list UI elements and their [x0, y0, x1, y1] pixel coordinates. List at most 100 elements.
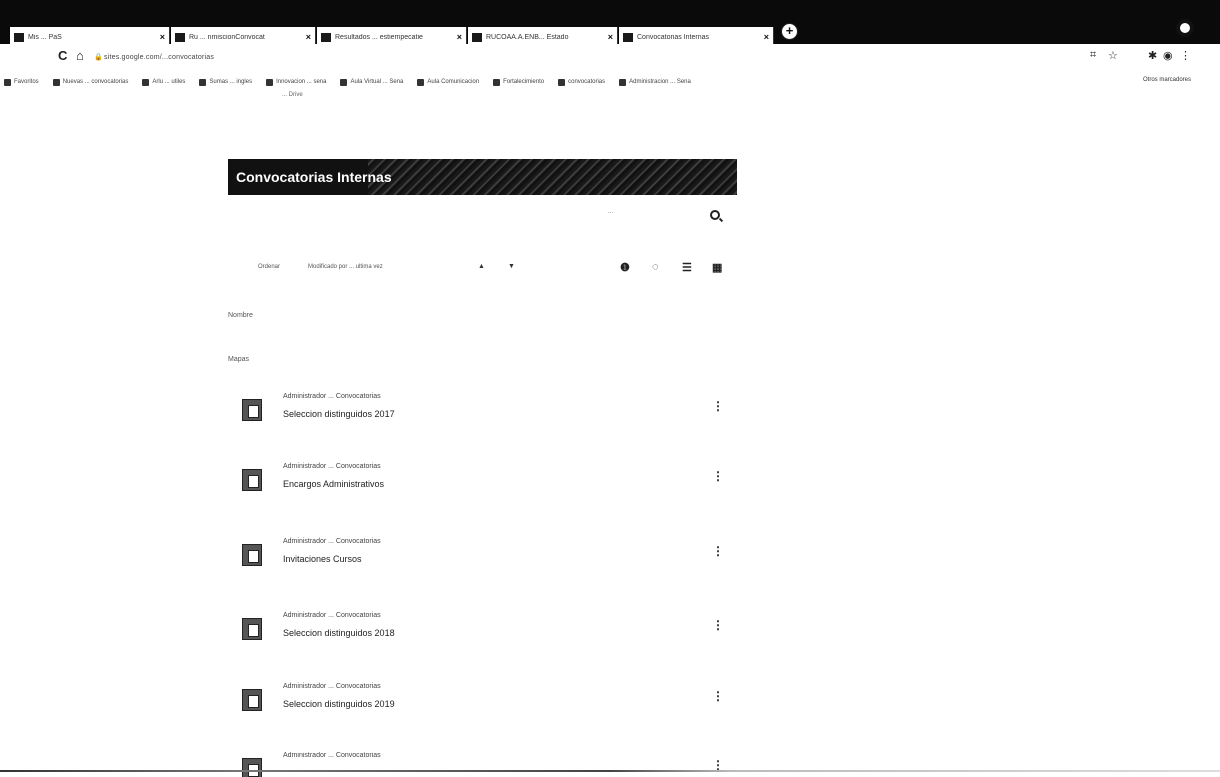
sort-ascending-icon[interactable]: ▲: [478, 263, 485, 270]
item-name[interactable]: Seleccion distinguidos 2017: [283, 409, 395, 419]
tab-title: Ru ... nmiscionConvocat: [189, 33, 265, 41]
refresh-icon[interactable]: ◌: [652, 261, 659, 273]
more-options-icon[interactable]: ⋮: [712, 618, 724, 632]
page-header: Convocatorias Internas: [228, 159, 737, 195]
bookmark-label: convocatorias: [568, 79, 606, 85]
tab-title: RUCOAA.A.ENB... Estado: [486, 33, 569, 41]
tab-title: Convocatorias Internas: [637, 33, 709, 41]
search-row: [228, 204, 737, 228]
item-owner: Administrador ... Convocatorias: [283, 463, 381, 470]
bookmark-item[interactable]: convocatorias: [558, 78, 606, 86]
address-toolbar: C ⌂ 🔒 sites.google.com/...convocatorias …: [0, 44, 1220, 72]
bookmark-item[interactable]: Aula Comunicacion: [417, 78, 480, 86]
document-icon: [242, 399, 262, 421]
list-item[interactable]: Administrador ... Convocatorias Seleccio…: [228, 393, 737, 443]
document-icon: [242, 469, 262, 491]
sheet-icon: [623, 32, 633, 42]
list-item[interactable]: Administrador ... Convocatorias Seleccio…: [228, 612, 737, 662]
bookmark-item[interactable]: Sumas ... ingles: [199, 78, 253, 86]
bookmark-item[interactable]: Fortalecimiento: [493, 78, 544, 86]
item-name[interactable]: Seleccion distinguidos 2019: [283, 699, 395, 709]
bookmark-icon: [417, 78, 425, 86]
close-icon[interactable]: ×: [457, 32, 462, 42]
scan-edge-line: [0, 770, 1220, 772]
new-tab-button[interactable]: +: [781, 23, 798, 40]
sheet-icon: [14, 32, 24, 42]
page-title: Convocatorias Internas: [236, 169, 392, 185]
reload-icon[interactable]: C: [58, 48, 67, 63]
list-item[interactable]: Administrador ... Convocatorias ⋮: [228, 752, 737, 777]
bookmark-item[interactable]: Aula Virtual ... Sena: [340, 78, 404, 86]
bookmark-label: Innovacion ... sena: [276, 79, 327, 85]
bookmark-label: Aula Virtual ... Sena: [350, 79, 404, 85]
item-owner: Administrador ... Convocatorias: [283, 752, 381, 759]
close-icon[interactable]: ×: [764, 32, 769, 42]
apps-icon: [4, 78, 11, 86]
close-icon[interactable]: ×: [306, 32, 311, 42]
menu-icon[interactable]: ⋮: [1180, 49, 1191, 62]
bookmark-item[interactable]: Innovacion ... sena: [266, 78, 327, 86]
document-icon: [242, 689, 262, 711]
bookmark-icon: [493, 78, 501, 86]
url-field[interactable]: sites.google.com/...convocatorias: [104, 54, 214, 61]
close-icon[interactable]: ×: [160, 32, 165, 42]
more-options-icon[interactable]: ⋮: [712, 544, 724, 558]
item-name[interactable]: Encargos Administrativos: [283, 479, 384, 489]
section-label-files: Mapas: [228, 356, 250, 363]
other-bookmarks[interactable]: Otros marcadores: [1143, 77, 1191, 83]
extension-icon[interactable]: ✱: [1148, 49, 1157, 62]
bookmark-icon: [52, 78, 60, 86]
more-options-icon[interactable]: ⋮: [712, 689, 724, 703]
bookmark-label: Administracion ... Sena: [629, 79, 691, 85]
sort-toolbar: Ordenar Modificado por ... ultima vez ▲ …: [228, 258, 737, 278]
bookmark-icon: [199, 78, 207, 86]
search-icon[interactable]: [710, 210, 720, 220]
bookmark-icon: [340, 78, 348, 86]
list-item[interactable]: Administrador ... Convocatorias Invitaci…: [228, 538, 737, 588]
bookmark-label: Aula Comunicacion: [427, 79, 480, 85]
bookmark-item[interactable]: Nuevas ... convocatorias: [52, 78, 129, 86]
star-icon[interactable]: ☆: [1108, 49, 1118, 62]
bookmark-label: Nuevas ... convocatorias: [62, 79, 129, 85]
drive-icon: [472, 32, 482, 42]
section-label-name: Nombre: [228, 312, 253, 319]
bookmark-label: Arlu ... utiles: [152, 79, 186, 85]
bookmark-item[interactable]: Arlu ... utiles: [142, 78, 186, 86]
item-owner: Administrador ... Convocatorias: [283, 683, 381, 690]
item-owner: Administrador ... Convocatorias: [283, 393, 381, 400]
tab-title: Resultados ... estiempecatie: [335, 33, 423, 41]
item-name[interactable]: Invitaciones Cursos: [283, 554, 362, 564]
item-owner: Administrador ... Convocatorias: [283, 538, 381, 545]
bookmark-label: Sumas ... ingles: [209, 79, 253, 85]
more-options-icon[interactable]: ⋮: [712, 469, 724, 483]
header-pattern: [368, 159, 737, 195]
bookmarks-bar: Favoritos Nuevas ... convocatorias Arlu …: [0, 74, 1220, 90]
item-name[interactable]: Seleccion distinguidos 2018: [283, 628, 395, 638]
grid-view-icon[interactable]: ▦: [712, 261, 722, 274]
translate-icon[interactable]: ⌗: [1090, 49, 1096, 62]
bookmark-item[interactable]: Administracion ... Sena: [619, 78, 691, 86]
profile-avatar-icon[interactable]: [1176, 19, 1194, 37]
bookmark-icon: [266, 78, 274, 86]
close-icon[interactable]: ×: [608, 32, 613, 42]
sheet-icon: [175, 32, 185, 42]
search-input[interactable]: [608, 209, 698, 215]
sort-dropdown[interactable]: Modificado por ... ultima vez: [308, 264, 383, 270]
bookmark-item[interactable]: Favoritos: [4, 78, 39, 86]
sort-descending-icon[interactable]: ▼: [508, 263, 515, 270]
list-item[interactable]: Administrador ... Convocatorias Seleccio…: [228, 683, 737, 733]
item-owner: Administrador ... Convocatorias: [283, 612, 381, 619]
bookmark-subtext: ... Drive: [282, 92, 303, 98]
home-icon[interactable]: ⌂: [76, 48, 84, 63]
more-options-icon[interactable]: ⋮: [712, 399, 724, 413]
bookmark-icon: [619, 78, 627, 86]
doc-icon: [321, 32, 331, 42]
list-item[interactable]: Administrador ... Convocatorias Encargos…: [228, 463, 737, 513]
list-view-icon[interactable]: ☰: [682, 261, 692, 274]
document-icon: [242, 618, 262, 640]
tab-strip: Mis ... PaS × Ru ... nmiscionConvocat × …: [0, 0, 1220, 47]
lock-icon: 🔒: [94, 54, 103, 61]
info-icon[interactable]: ❶: [620, 261, 630, 274]
extension-circle-icon[interactable]: ◉: [1163, 49, 1173, 62]
document-icon: [242, 544, 262, 566]
